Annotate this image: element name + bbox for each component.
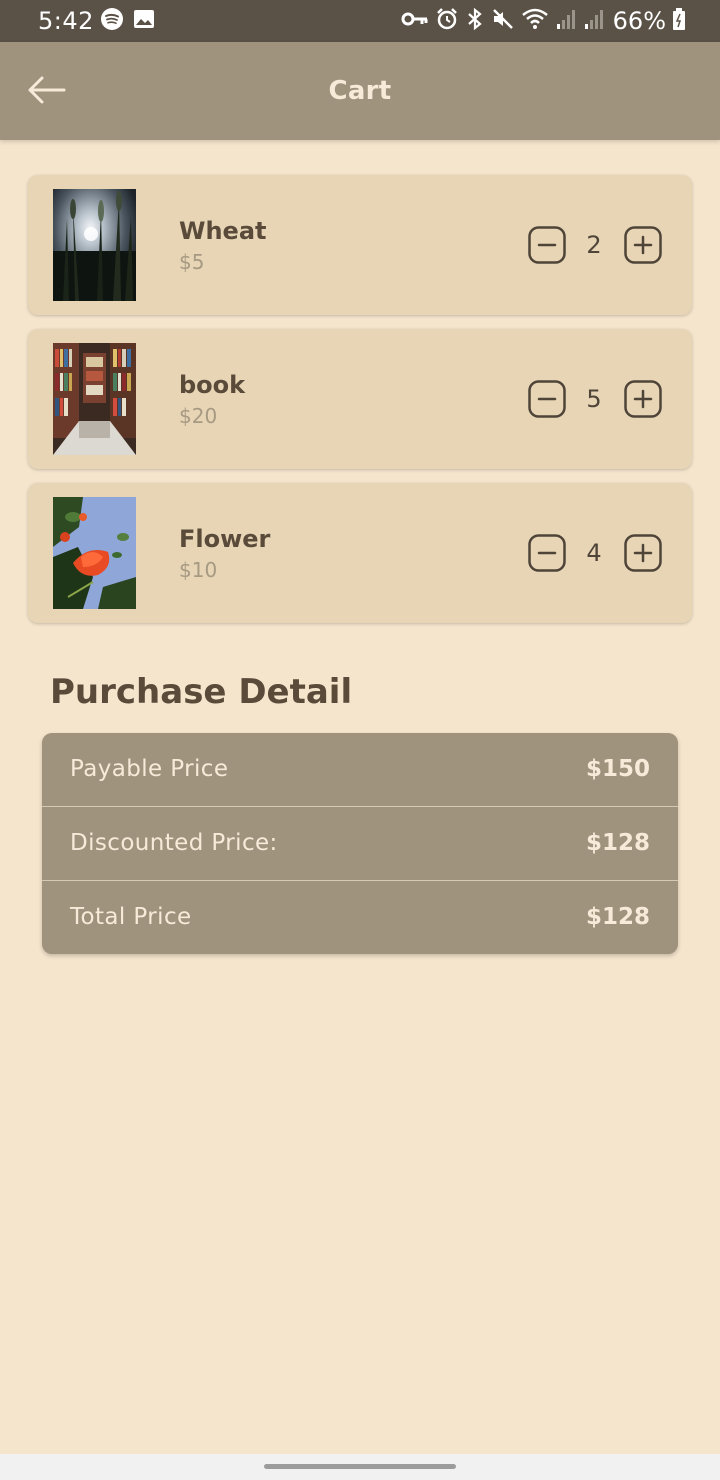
total-price-row: Total Price $128 (42, 881, 678, 954)
detail-label: Payable Price (70, 756, 229, 782)
detail-value: $128 (585, 904, 650, 930)
back-button[interactable] (22, 68, 70, 116)
arrow-left-icon (26, 75, 66, 109)
plus-icon (624, 534, 662, 576)
decrease-quantity-button[interactable] (528, 534, 566, 572)
item-price: $5 (179, 250, 205, 274)
plus-icon (624, 380, 662, 422)
item-name: Wheat (179, 217, 267, 245)
status-bar: 5:42 66% (0, 0, 720, 42)
product-image-wheat (53, 189, 136, 301)
wifi-icon (521, 7, 549, 35)
page-title: Cart (328, 76, 392, 106)
cart-item[interactable]: Flower $10 4 (28, 483, 692, 623)
battery-icon (672, 7, 686, 35)
item-name: Flower (179, 525, 271, 553)
increase-quantity-button[interactable] (624, 534, 662, 572)
app-bar: Cart (0, 42, 720, 140)
detail-label: Total Price (70, 904, 192, 930)
minus-icon (528, 380, 566, 422)
cart-item[interactable]: book $20 5 (28, 329, 692, 469)
product-image-book (53, 343, 136, 455)
increase-quantity-button[interactable] (624, 226, 662, 264)
increase-quantity-button[interactable] (624, 380, 662, 418)
signal-icon (555, 7, 577, 35)
item-price: $10 (179, 558, 218, 582)
product-image-flower (53, 497, 136, 609)
decrease-quantity-button[interactable] (528, 380, 566, 418)
battery-percent: 66% (612, 7, 666, 35)
spotify-icon (100, 7, 124, 35)
detail-value: $128 (585, 830, 650, 856)
bluetooth-icon (465, 7, 485, 35)
minus-icon (528, 226, 566, 268)
detail-value: $150 (585, 756, 650, 782)
quantity-value: 2 (586, 231, 602, 259)
alarm-icon (435, 7, 459, 35)
cart-list: Wheat $5 2 book $20 5 Flower $10 4 (28, 175, 692, 637)
image-icon (132, 7, 156, 35)
home-gesture-handle[interactable] (264, 1464, 456, 1469)
quantity-value: 4 (586, 539, 602, 567)
purchase-detail-card: Payable Price $150 Discounted Price: $12… (42, 733, 678, 954)
plus-icon (624, 226, 662, 268)
cart-item[interactable]: Wheat $5 2 (28, 175, 692, 315)
item-price: $20 (179, 404, 218, 428)
payable-price-row: Payable Price $150 (42, 733, 678, 807)
signal-icon (583, 7, 605, 35)
discounted-price-row: Discounted Price: $128 (42, 807, 678, 881)
minus-icon (528, 534, 566, 576)
vpn-key-icon (401, 7, 429, 35)
status-time: 5:42 (38, 7, 94, 35)
system-navigation-bar (0, 1454, 720, 1480)
quantity-value: 5 (586, 385, 602, 413)
decrease-quantity-button[interactable] (528, 226, 566, 264)
mute-icon (491, 7, 515, 35)
detail-label: Discounted Price: (70, 830, 278, 856)
purchase-detail-title: Purchase Detail (50, 672, 353, 712)
item-name: book (179, 371, 246, 399)
